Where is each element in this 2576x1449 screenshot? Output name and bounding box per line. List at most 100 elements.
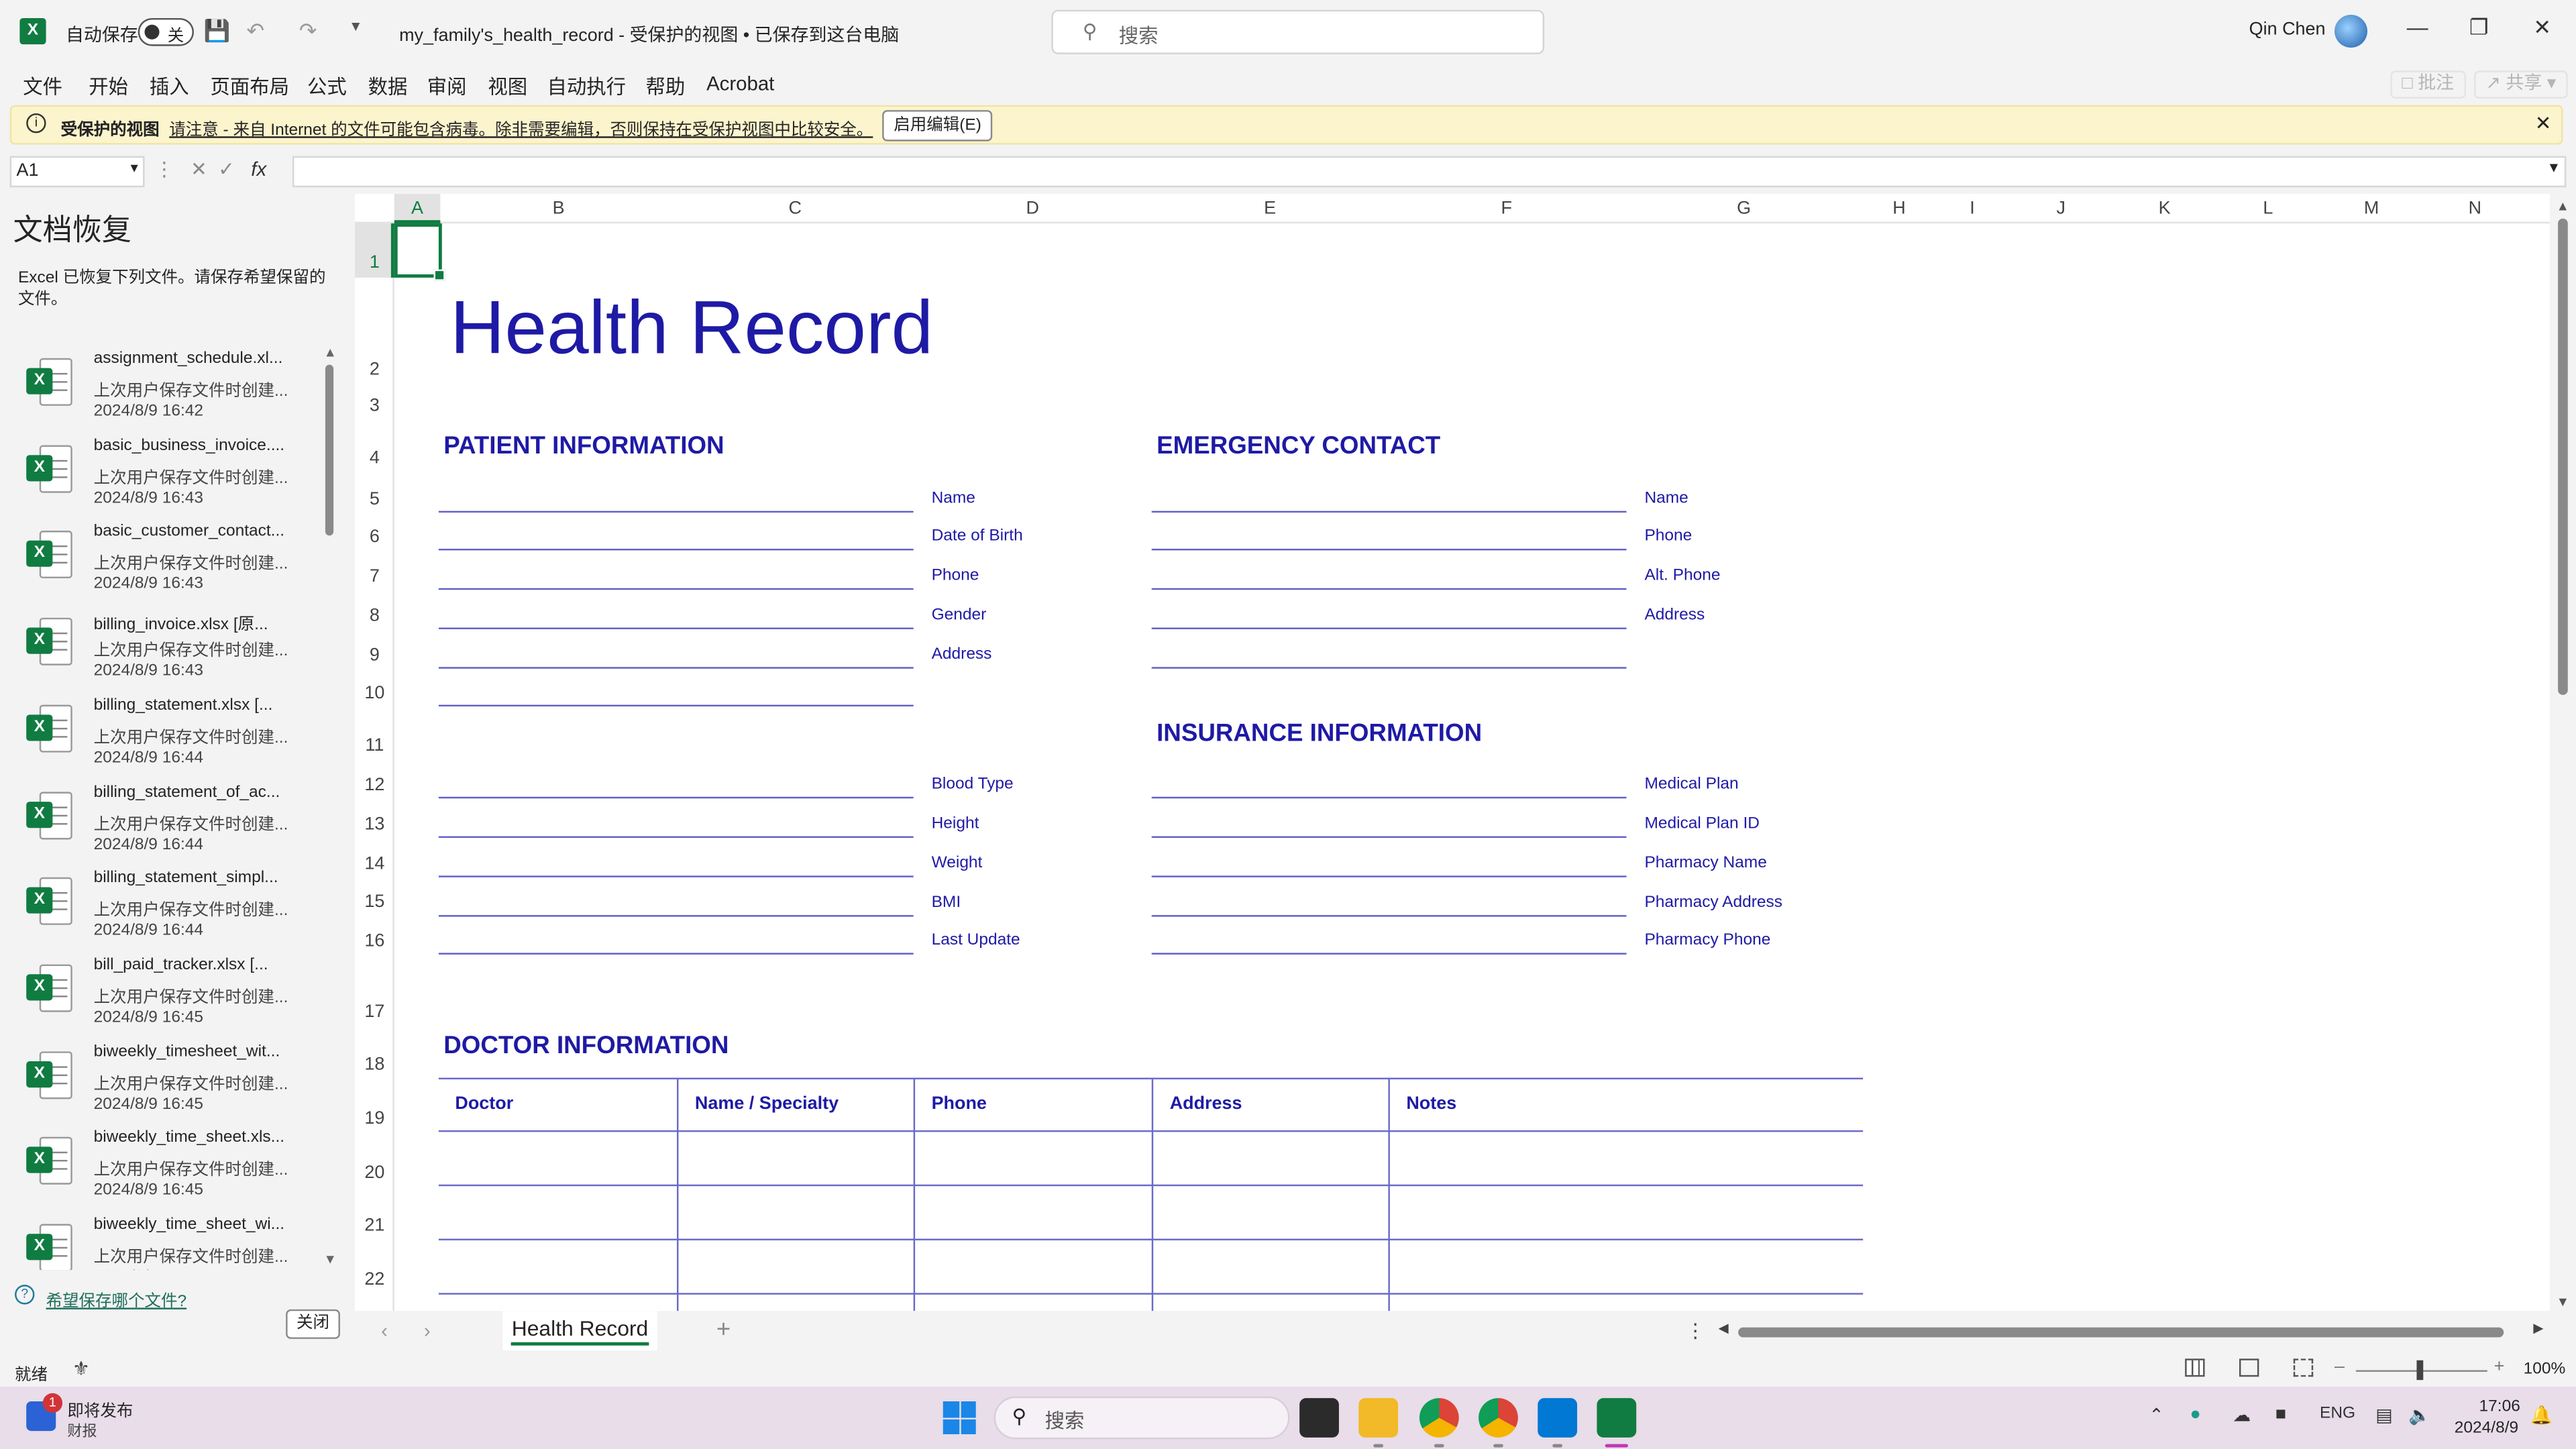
patient-input-line[interactable] [438,548,914,551]
recovery-file-item[interactable]: Xbilling_statement_of_ac... 上次用户保存文件时创建..… [0,778,322,865]
prev-sheet-icon[interactable]: ‹ [381,1320,388,1342]
row-header[interactable]: 20 [355,1163,394,1183]
start-icon[interactable] [943,1401,976,1434]
zoom-out-icon[interactable]: – [2334,1357,2345,1377]
onedrive-icon[interactable]: ☁ [2233,1405,2251,1426]
patient-input-line[interactable] [438,704,914,707]
name-box[interactable]: A1 ▾ [9,156,145,188]
zoom-slider-handle[interactable] [2416,1360,2424,1381]
row-header[interactable]: 21 [355,1216,394,1235]
share-button[interactable]: ↗ 共享 ▾ [2474,70,2568,99]
row-header[interactable]: 8 [355,606,394,626]
column-header[interactable]: A [394,199,441,218]
redo-icon[interactable]: ↷ [299,18,317,44]
patient-input-line[interactable] [438,796,914,799]
row-header[interactable]: 15 [355,892,394,912]
row-header[interactable]: 2 [355,360,394,379]
row-header[interactable]: 4 [355,449,394,468]
accessibility-icon[interactable]: ⚜ [72,1357,90,1380]
tab-automate[interactable]: 自动执行 [547,72,627,101]
row-header[interactable]: 11 [355,736,394,755]
scroll-up-icon[interactable]: ▲ [323,345,336,360]
row-header[interactable]: 17 [355,1002,394,1022]
patient-input-line[interactable] [438,667,914,669]
scroll-left-icon[interactable]: ◀ [1719,1321,1729,1336]
recovery-file-item[interactable]: Xbilling_invoice.xlsx [原... 上次用户保存文件时创建..… [0,604,322,692]
recovery-file-item[interactable]: Xbilling_statement.xlsx [... 上次用户保存文件时创建.… [0,692,322,779]
column-header[interactable]: J [2009,199,2112,218]
row-header[interactable]: 18 [355,1055,394,1074]
close-window-icon[interactable]: ✕ [2533,15,2551,41]
column-header[interactable]: K [2112,199,2216,218]
recovery-file-item[interactable]: Xbasic_customer_contact... 上次用户保存文件时创建...… [0,518,322,605]
tab-help[interactable]: 帮助 [645,72,685,101]
insert-function-icon[interactable]: fx [251,158,266,180]
notification-icon[interactable]: 🔔 [2530,1405,2553,1426]
emergency-input-line[interactable] [1151,627,1627,629]
column-header[interactable]: H [1863,199,1935,218]
row-header[interactable]: 19 [355,1109,394,1128]
emergency-input-line[interactable] [1151,588,1627,590]
zoom-level[interactable]: 100% [2524,1360,2566,1379]
emergency-input-line[interactable] [1151,667,1627,669]
emergency-input-line[interactable] [1151,548,1627,551]
column-header[interactable]: E [1152,199,1389,218]
scroll-right-icon[interactable]: ▶ [2533,1321,2543,1336]
column-header[interactable]: F [1388,199,1625,218]
patient-input-line[interactable] [438,953,914,955]
tab-file[interactable]: 文件 [23,72,62,101]
row-header[interactable]: 9 [355,645,394,665]
worksheet-grid[interactable]: Health Record PATIENT INFORMATION EMERGE… [354,193,2550,1311]
language-indicator[interactable]: ENG [2320,1405,2355,1423]
row-header[interactable]: 1 [355,253,394,272]
insurance-input-line[interactable] [1151,875,1627,877]
column-header[interactable]: L [2216,199,2320,218]
enable-editing-button[interactable]: 启用编辑(E) [882,110,994,142]
column-header[interactable]: G [1625,199,1863,218]
column-header[interactable]: C [677,199,914,218]
insurance-input-line[interactable] [1151,953,1627,955]
row-header[interactable]: 12 [355,775,394,795]
formula-input[interactable]: ▾ [292,156,2567,188]
row-header[interactable]: 16 [355,932,394,951]
recovery-file-item[interactable]: Xbiweekly_time_sheet_wi... 上次用户保存文件时创建...… [0,1211,322,1271]
recovery-file-item[interactable]: Xbasic_business_invoice.... 上次用户保存文件时创建..… [0,431,322,519]
insurance-input-line[interactable] [1151,915,1627,917]
chrome-icon[interactable] [1419,1398,1459,1448]
tab-insert[interactable]: 插入 [150,72,189,101]
column-header[interactable]: D [914,199,1152,218]
clock-time[interactable]: 17:06 [2479,1398,2520,1416]
more-icon[interactable]: ⋮ [1686,1320,1705,1342]
tab-page-layout[interactable]: 页面布局 [210,72,289,101]
scroll-down-icon[interactable]: ▼ [323,1252,336,1267]
normal-view-icon[interactable] [2185,1358,2205,1377]
document-title[interactable]: my_family's_health_record - 受保护的视图 • 已保存… [399,21,899,48]
emergency-input-line[interactable] [1151,511,1627,513]
enter-icon[interactable]: ✓ [218,158,235,180]
restore-icon[interactable]: ❐ [2469,15,2489,41]
recovery-file-item[interactable]: Xbilling_statement_simpl... 上次用户保存文件时创建..… [0,865,322,952]
row-header[interactable]: 22 [355,1270,394,1289]
horizontal-scrollbar[interactable]: ◀ ▶ [1719,1321,2550,1340]
column-header[interactable]: I [1935,199,2009,218]
row-header[interactable]: 5 [355,490,394,509]
minimize-icon[interactable]: — [2407,15,2428,40]
row-header[interactable]: 10 [355,684,394,703]
news-title[interactable]: 即将发布 [67,1397,133,1421]
scroll-down-icon[interactable]: ▼ [2557,1295,2569,1309]
column-header[interactable]: M [2320,199,2423,218]
edge-icon[interactable]: ● [2190,1405,2201,1424]
tab-data[interactable]: 数据 [368,72,408,101]
patient-input-line[interactable] [438,875,914,877]
save-icon[interactable]: 💾 [204,18,231,44]
next-sheet-icon[interactable]: › [424,1320,431,1342]
excel-taskbar-icon[interactable] [1597,1398,1637,1448]
tab-formulas[interactable]: 公式 [307,72,347,101]
page-break-view-icon[interactable] [2293,1358,2314,1377]
tab-home[interactable]: 开始 [89,72,128,101]
file-explorer-icon[interactable] [1358,1398,1399,1448]
patient-input-line[interactable] [438,915,914,917]
autosave-toggle[interactable]: 关 [138,17,194,46]
recovery-file-item[interactable]: Xbill_paid_tracker.xlsx [... 上次用户保存文件时创建.… [0,951,322,1038]
insurance-input-line[interactable] [1151,796,1627,799]
